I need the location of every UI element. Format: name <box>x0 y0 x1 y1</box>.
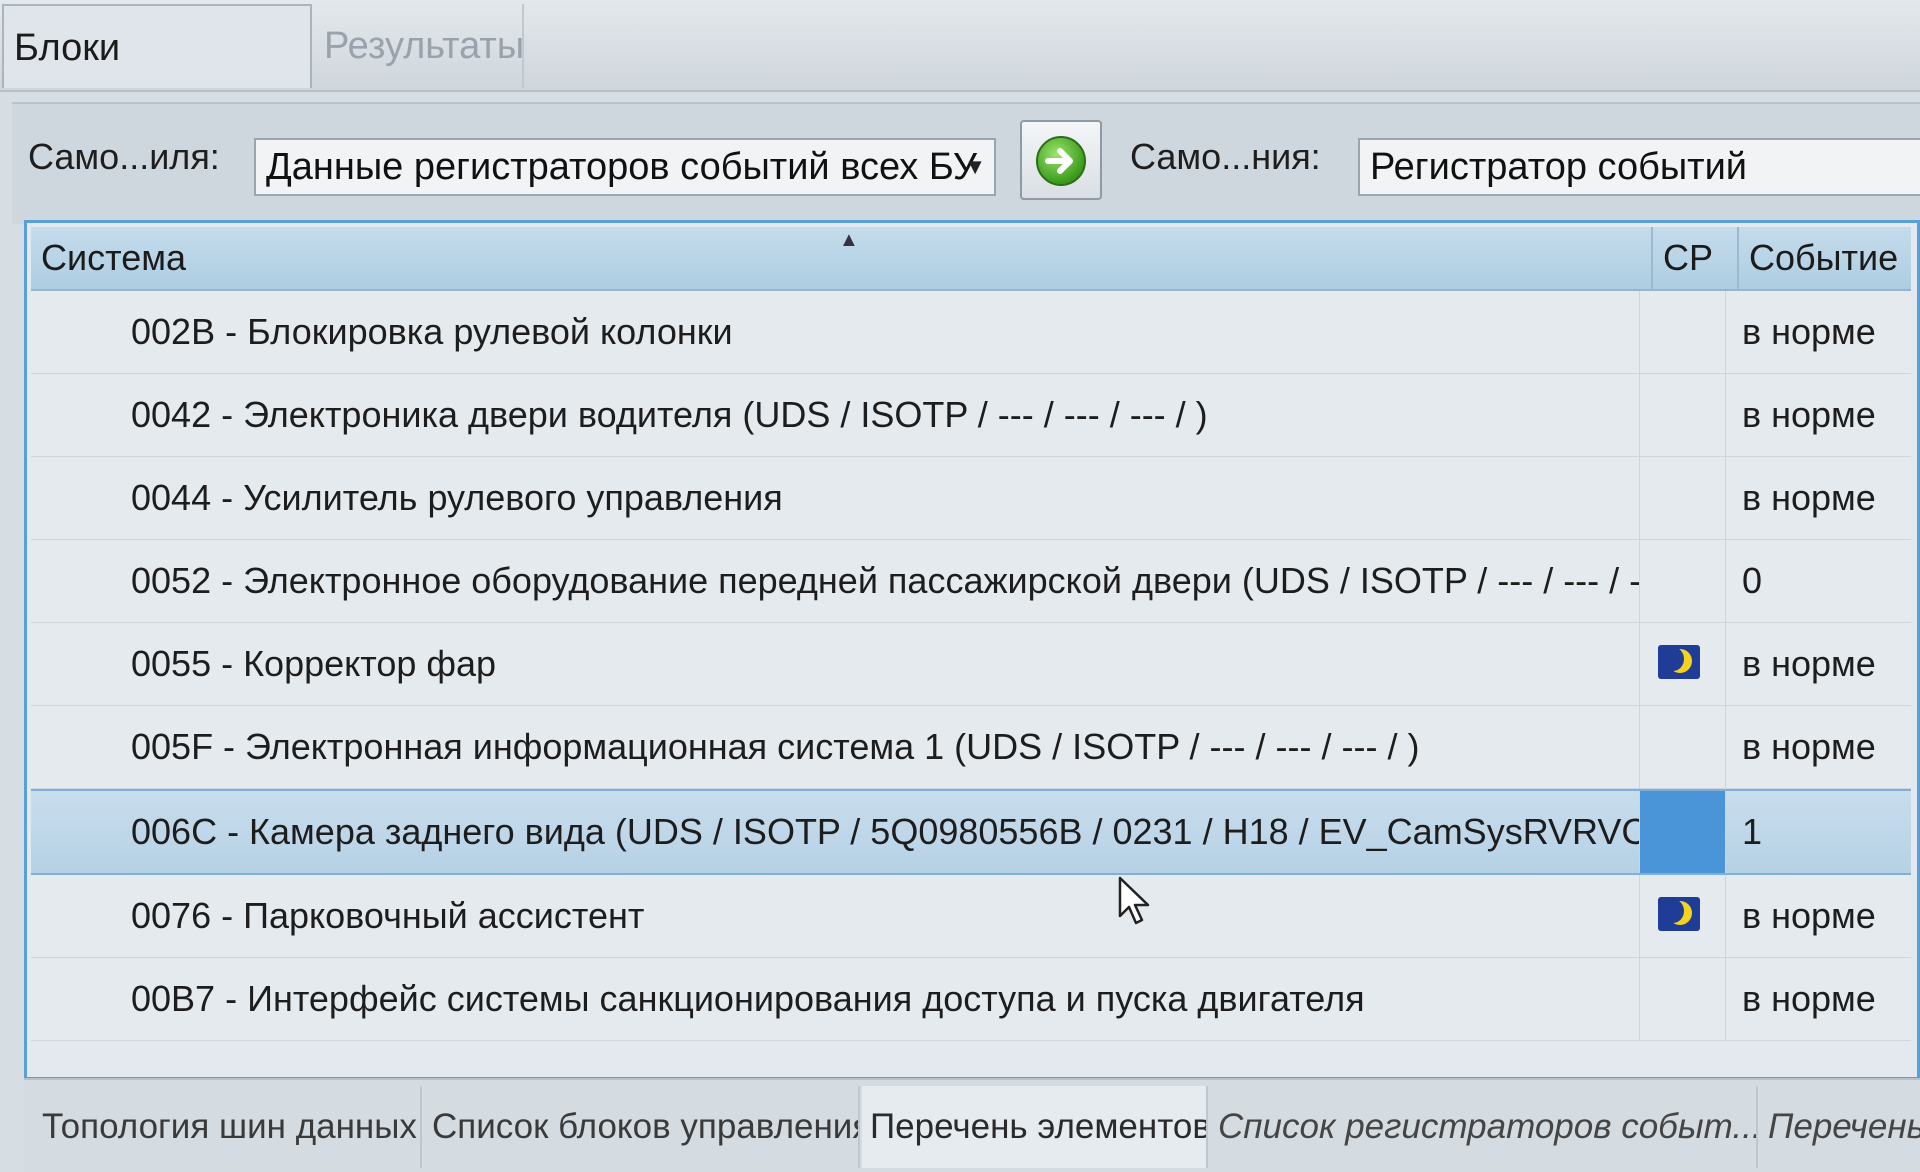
event-cell: в норме <box>1725 875 1920 957</box>
control-units-table: Система ▲ СР Событие 002B - Блокировка р… <box>24 220 1920 1080</box>
tab-results[interactable]: Результаты <box>314 4 524 88</box>
toolbar: Само...иля: Данные регистраторов событий… <box>12 102 1920 224</box>
cp-cell <box>1639 875 1725 957</box>
cp-cell <box>1639 291 1725 373</box>
table-header: Система ▲ СР Событие <box>31 227 1911 291</box>
moon-icon <box>1658 897 1700 931</box>
function-value: Регистратор событий <box>1370 146 1748 188</box>
event-cell: в норме <box>1725 958 1920 1040</box>
column-header-event[interactable]: Событие <box>1737 227 1920 289</box>
system-cell: 0052 - Электронное оборудование передней… <box>131 560 1639 601</box>
table-body: 002B - Блокировка рулевой колонки в норм… <box>31 291 1911 1041</box>
event-cell: в норме <box>1725 374 1920 456</box>
tab-list-more[interactable]: Перечень <box>1760 1086 1920 1168</box>
cp-cell <box>1639 623 1725 705</box>
green-arrow-right-icon <box>1036 136 1086 186</box>
app-window: Блоки управления Результаты Само...иля: … <box>0 0 1920 1172</box>
bottom-tab-bar: Топология шин данных Список блоков управ… <box>24 1078 1920 1172</box>
function-label: Само...ния: <box>1130 136 1321 177</box>
column-header-cp[interactable]: СР <box>1651 227 1737 289</box>
data-source-select[interactable]: Данные регистраторов событий всех БУ ▼ <box>254 138 996 196</box>
tab-bus-topology[interactable]: Топология шин данных <box>34 1086 422 1168</box>
cp-cell <box>1639 374 1725 456</box>
function-select[interactable]: Регистратор событий <box>1358 138 1920 196</box>
vehicle-label: Само...иля: <box>28 136 220 177</box>
table-row[interactable]: 0044 - Усилитель рулевого управления в н… <box>31 457 1911 540</box>
cp-cell <box>1639 791 1725 873</box>
top-tab-bar: Блоки управления Результаты <box>0 0 1920 153</box>
event-cell: в норме <box>1725 623 1920 705</box>
event-cell: в норме <box>1725 457 1920 539</box>
cp-cell <box>1639 958 1725 1040</box>
system-cell: 002B - Блокировка рулевой колонки <box>131 311 733 352</box>
system-cell: 0044 - Усилитель рулевого управления <box>131 477 783 518</box>
system-cell: 006C - Камера заднего вида (UDS / ISOTP … <box>131 811 1639 852</box>
event-cell: 0 <box>1725 540 1920 622</box>
table-row[interactable]: 002B - Блокировка рулевой колонки в норм… <box>31 291 1911 374</box>
cp-cell <box>1639 540 1725 622</box>
system-cell: 0055 - Корректор фар <box>131 643 497 684</box>
tab-element-list[interactable]: Перечень элементов <box>862 1086 1208 1168</box>
go-button[interactable] <box>1020 120 1102 200</box>
event-cell: в норме <box>1725 706 1920 788</box>
tab-event-recorder-list[interactable]: Список регистраторов событ... <box>1210 1086 1758 1168</box>
table-row[interactable]: 00B7 - Интерфейс системы санкционировани… <box>31 958 1911 1041</box>
event-cell: 1 <box>1725 791 1920 873</box>
table-row[interactable]: 0052 - Электронное оборудование передней… <box>31 540 1911 623</box>
sort-ascending-icon: ▲ <box>839 229 859 251</box>
chevron-down-icon[interactable]: ▼ <box>964 140 986 194</box>
table-row[interactable]: 005F - Электронная информационная систем… <box>31 706 1911 789</box>
tab-control-unit-list[interactable]: Список блоков управления <box>424 1086 860 1168</box>
tab-control-units[interactable]: Блоки управления <box>2 4 312 153</box>
system-cell: 00B7 - Интерфейс системы санкционировани… <box>131 978 1365 1019</box>
data-source-value: Данные регистраторов событий всех БУ <box>266 146 978 188</box>
table-row[interactable]: 0055 - Корректор фар в норме <box>31 623 1911 706</box>
moon-icon <box>1658 645 1700 679</box>
mouse-cursor-icon <box>1118 876 1150 925</box>
table-row[interactable]: 0042 - Электроника двери водителя (UDS /… <box>31 374 1911 457</box>
system-cell: 005F - Электронная информационная систем… <box>131 726 1420 767</box>
event-cell: в норме <box>1725 291 1920 373</box>
cp-cell <box>1639 706 1725 788</box>
cp-cell <box>1639 457 1725 539</box>
system-cell: 0076 - Парковочный ассистент <box>131 895 645 936</box>
table-row-selected[interactable]: 006C - Камера заднего вида (UDS / ISOTP … <box>31 789 1911 875</box>
system-cell: 0042 - Электроника двери водителя (UDS /… <box>131 394 1208 435</box>
table-row[interactable]: 0076 - Парковочный ассистент в норме <box>31 875 1911 958</box>
